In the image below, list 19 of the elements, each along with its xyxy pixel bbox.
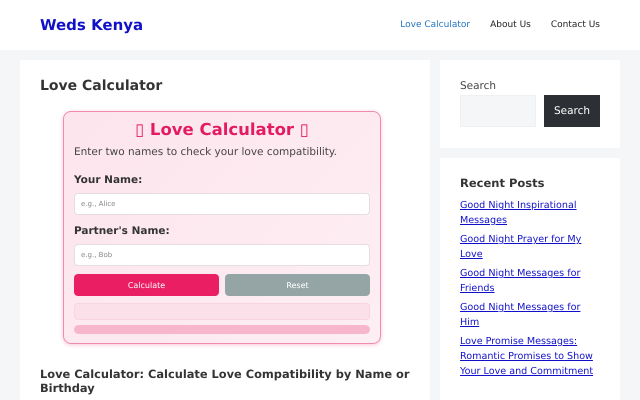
post-link[interactable]: Good Night Prayer for My Love (460, 232, 600, 262)
search-label: Search (460, 80, 498, 92)
field-label: Your Name: (74, 174, 144, 186)
nav-link[interactable]: Love Calculator (390, 20, 480, 30)
post-link[interactable]: Good Night Inspirational Messages (460, 198, 600, 228)
section-heading: Love Calculator: Calculate Love Compatibility by Name or Birthday (40, 368, 410, 396)
calculator-title: ▯ Love Calculator ▯ (134, 120, 310, 139)
widget-title: Recent Posts (460, 176, 546, 190)
nav-link[interactable]: Contact Us (540, 20, 610, 30)
search-button[interactable]: Search (544, 95, 600, 127)
calculate-button[interactable]: Calculate (74, 274, 219, 296)
nav-link[interactable]: About Us (480, 20, 541, 30)
field-label: Partner's Name: (74, 225, 171, 237)
post-link[interactable]: Good Night Messages for Friends (460, 266, 600, 296)
site-logo[interactable]: Weds Kenya (40, 16, 144, 34)
post-link[interactable]: Good Night Messages for Him (460, 300, 600, 330)
page-title: Love Calculator (40, 78, 164, 94)
post-link[interactable]: Love Promise Messages: Romantic Promises to Show Your Love and Commitment (460, 334, 600, 379)
calculator-description: Enter two names to check your love compatibility. (74, 146, 338, 158)
